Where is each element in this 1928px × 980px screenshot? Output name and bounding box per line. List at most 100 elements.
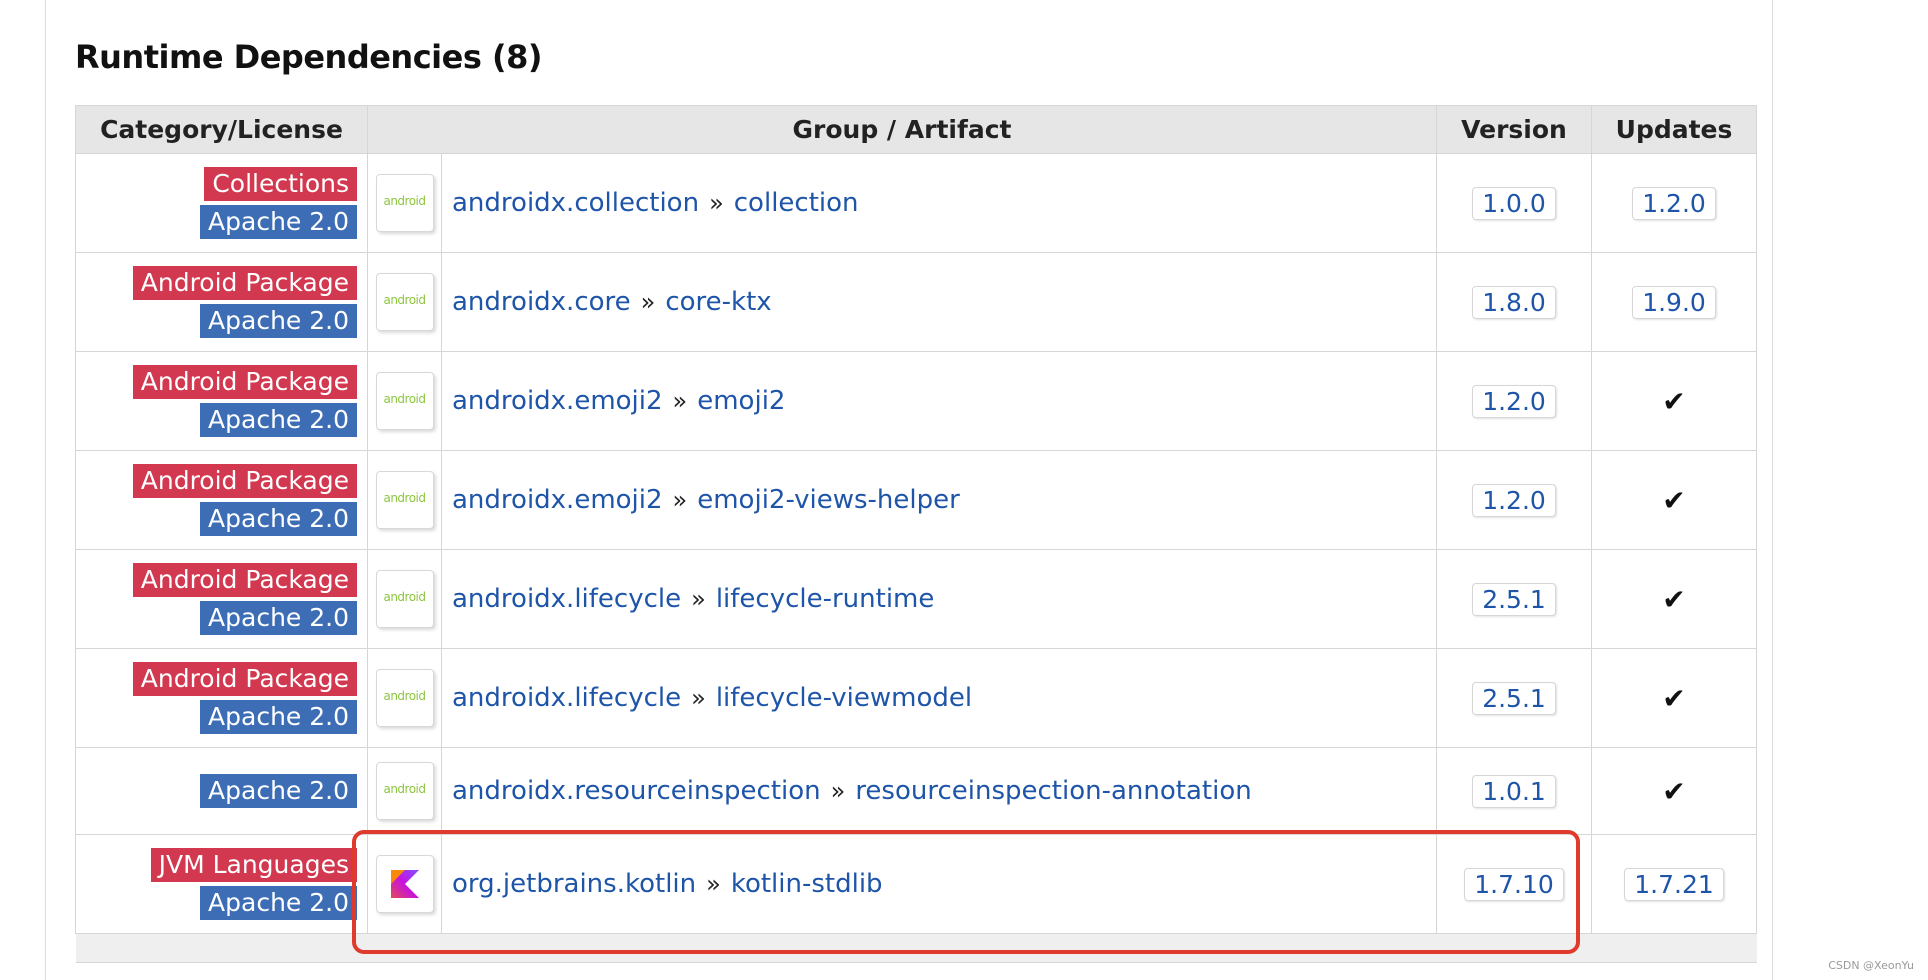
kotlin-logo-icon[interactable]: [375, 855, 434, 913]
artifact-cell: androidx.core » core-ktx: [440, 252, 1438, 352]
artifact-cell: androidx.collection » collection: [440, 153, 1438, 253]
right-divider: [1772, 0, 1773, 980]
update-badge[interactable]: 1.2.0: [1632, 186, 1716, 220]
dependencies-table: Category/License Group / Artifact Versio…: [75, 105, 1758, 963]
category-badge[interactable]: JVM Languages: [150, 848, 357, 882]
category-badge[interactable]: Android Package: [132, 563, 357, 597]
android-logo-text: android: [383, 689, 426, 703]
android-logo-icon[interactable]: android: [375, 372, 434, 430]
logo-cell: android: [367, 450, 442, 550]
license-badge[interactable]: Apache 2.0: [200, 502, 357, 536]
version-cell: 2.5.1: [1436, 648, 1593, 748]
category-cell: Android Package Apache 2.0: [75, 351, 368, 451]
android-logo-text: android: [383, 590, 426, 604]
up-to-date-check-icon: ✔: [1662, 681, 1686, 715]
version-cell: 1.8.0: [1436, 252, 1593, 352]
category-badge[interactable]: Android Package: [132, 662, 357, 696]
group-link[interactable]: androidx.lifecycle: [452, 683, 681, 713]
android-logo-text: android: [383, 491, 426, 505]
column-header-updates[interactable]: Updates: [1591, 105, 1758, 154]
android-logo-icon[interactable]: android: [375, 174, 434, 232]
group-link[interactable]: androidx.core: [452, 287, 631, 317]
android-logo-text: android: [383, 392, 426, 406]
separator: »: [640, 288, 656, 316]
logo-cell: [367, 834, 442, 934]
logo-cell: android: [367, 351, 442, 451]
version-badge[interactable]: 1.2.0: [1472, 384, 1556, 418]
update-badge[interactable]: 1.9.0: [1632, 285, 1716, 319]
up-to-date-check-icon: ✔: [1662, 774, 1686, 808]
artifact-cell: androidx.resourceinspection » resourceinsp…: [440, 747, 1438, 835]
category-cell: JVM Languages Apache 2.0: [75, 834, 368, 934]
logo-cell: android: [367, 549, 442, 649]
watermark: CSDN @XeonYu: [1828, 959, 1914, 972]
android-logo-icon[interactable]: android: [375, 570, 434, 628]
separator: »: [706, 870, 721, 898]
logo-cell: android: [367, 252, 442, 352]
license-badge[interactable]: Apache 2.0: [200, 304, 357, 338]
group-link[interactable]: androidx.lifecycle: [452, 584, 681, 614]
artifact-link[interactable]: emoji2: [697, 386, 785, 416]
table-row: Android Package Apache 2.0 android andro…: [75, 252, 1758, 352]
android-logo-icon[interactable]: android: [375, 669, 434, 727]
page-title: Runtime Dependencies (8): [75, 38, 543, 76]
table-row: Collections Apache 2.0 android androidx.…: [75, 153, 1758, 253]
artifact-link[interactable]: core-ktx: [665, 287, 771, 317]
license-badge[interactable]: Apache 2.0: [200, 205, 357, 239]
category-badge[interactable]: Collections: [204, 167, 357, 201]
table-row: Android Package Apache 2.0 android andro…: [75, 648, 1758, 748]
up-to-date-check-icon: ✔: [1662, 483, 1686, 517]
separator: »: [830, 777, 846, 805]
table-row: Apache 2.0 android androidx.resourceinsp…: [75, 747, 1758, 835]
group-link[interactable]: androidx.resourceinspection: [452, 776, 821, 806]
version-badge[interactable]: 1.7.10: [1464, 867, 1564, 901]
version-badge[interactable]: 1.2.0: [1472, 483, 1556, 517]
version-cell: 2.5.1: [1436, 549, 1593, 649]
artifact-link[interactable]: resourceinspection-annotation: [855, 776, 1251, 806]
category-badge[interactable]: Android Package: [132, 365, 357, 399]
group-link[interactable]: org.jetbrains.kotlin: [452, 869, 696, 899]
version-cell: 1.0.1: [1436, 747, 1593, 835]
license-badge[interactable]: Apache 2.0: [200, 601, 357, 635]
group-link[interactable]: androidx.emoji2: [452, 386, 663, 416]
android-logo-icon[interactable]: android: [375, 762, 434, 820]
logo-cell: android: [367, 747, 442, 835]
category-badge[interactable]: Android Package: [132, 464, 357, 498]
group-link[interactable]: androidx.emoji2: [452, 485, 663, 515]
column-header-version[interactable]: Version: [1436, 105, 1593, 154]
license-badge[interactable]: Apache 2.0: [200, 403, 357, 437]
artifact-link[interactable]: kotlin-stdlib: [731, 869, 883, 899]
updates-cell: 1.9.0: [1591, 252, 1758, 352]
artifact-link[interactable]: lifecycle-viewmodel: [716, 683, 972, 713]
category-cell: Android Package Apache 2.0: [75, 648, 368, 748]
table-row: Android Package Apache 2.0 android andro…: [75, 549, 1758, 649]
column-header-artifact[interactable]: Group / Artifact: [366, 105, 1438, 154]
artifact-link[interactable]: lifecycle-runtime: [716, 584, 935, 614]
group-link[interactable]: androidx.collection: [452, 188, 699, 218]
separator: »: [672, 387, 688, 415]
android-logo-text: android: [383, 293, 426, 307]
update-badge[interactable]: 1.7.21: [1624, 867, 1724, 901]
license-badge[interactable]: Apache 2.0: [200, 774, 357, 808]
table-row: Android Package Apache 2.0 android andro…: [75, 351, 1758, 451]
version-badge[interactable]: 1.8.0: [1472, 285, 1556, 319]
kotlin-logo-icon: [390, 870, 419, 898]
separator: »: [709, 189, 724, 217]
version-badge[interactable]: 2.5.1: [1472, 582, 1556, 616]
android-logo-icon[interactable]: android: [375, 471, 434, 529]
android-logo-text: android: [383, 782, 426, 796]
up-to-date-check-icon: ✔: [1662, 384, 1686, 418]
artifact-cell: androidx.emoji2 » emoji2-views-helper: [440, 450, 1438, 550]
artifact-link[interactable]: emoji2-views-helper: [697, 485, 960, 515]
version-badge[interactable]: 1.0.0: [1472, 186, 1556, 220]
column-header-category[interactable]: Category/License: [75, 105, 368, 154]
license-badge[interactable]: Apache 2.0: [200, 700, 357, 734]
category-badge[interactable]: Android Package: [132, 266, 357, 300]
version-badge[interactable]: 1.0.1: [1472, 774, 1556, 808]
android-logo-icon[interactable]: android: [375, 273, 434, 331]
license-badge[interactable]: Apache 2.0: [200, 886, 357, 920]
version-cell: 1.7.10: [1436, 834, 1593, 934]
artifact-link[interactable]: collection: [734, 188, 859, 218]
version-badge[interactable]: 2.5.1: [1472, 681, 1556, 715]
version-cell: 1.0.0: [1436, 153, 1593, 253]
